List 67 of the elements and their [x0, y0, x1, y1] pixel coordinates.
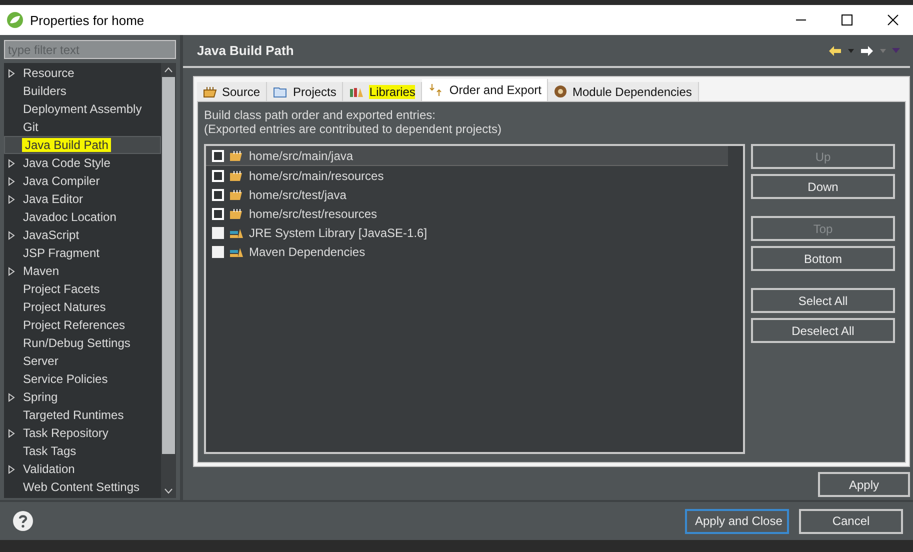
- tree-item[interactable]: Project References: [4, 316, 161, 334]
- folder-icon: [273, 86, 288, 98]
- tree-item[interactable]: Deployment Assembly: [4, 100, 161, 118]
- package-folder-icon: [229, 150, 244, 162]
- module-icon: [554, 85, 568, 98]
- description-text: Build class path order and exported entries:: [204, 108, 436, 122]
- tree-item[interactable]: JSP Fragment: [4, 244, 161, 262]
- tree-item[interactable]: Targeted Runtimes: [4, 406, 161, 424]
- expand-arrow-icon[interactable]: [8, 266, 15, 276]
- back-arrow-icon[interactable]: [828, 44, 842, 56]
- description-text: (Exported entries are contributed to dependent projects): [204, 122, 503, 136]
- package-folder-icon: [229, 208, 244, 220]
- scrollbar[interactable]: [161, 63, 176, 498]
- books-icon: [349, 86, 364, 98]
- tree-item[interactable]: Git: [4, 118, 161, 136]
- entry-row[interactable]: home/src/main/java: [206, 146, 728, 166]
- tree-item[interactable]: Server: [4, 352, 161, 370]
- tree-item[interactable]: Validation: [4, 460, 161, 478]
- entry-row[interactable]: home/src/main/resources: [206, 166, 743, 185]
- list-button[interactable]: Select All: [751, 288, 895, 313]
- list-button[interactable]: Bottom: [751, 246, 895, 271]
- window-title: Properties for home: [30, 12, 144, 28]
- tree-item[interactable]: Spring: [4, 388, 161, 406]
- tree-item[interactable]: Resource: [4, 64, 161, 82]
- tree-item[interactable]: Java Code Style: [4, 154, 161, 172]
- scroll-down-icon[interactable]: [164, 488, 173, 494]
- tree-item[interactable]: Run/Debug Settings: [4, 334, 161, 352]
- forward-arrow-icon[interactable]: [860, 44, 874, 56]
- tab[interactable]: Module Dependencies: [548, 82, 699, 101]
- apply-and-close-button[interactable]: Apply and Close: [685, 508, 789, 534]
- expand-arrow-icon[interactable]: [8, 230, 15, 240]
- tree-item[interactable]: Builders: [4, 82, 161, 100]
- package-folder-icon: [229, 170, 244, 182]
- tree-item[interactable]: Project Facets: [4, 280, 161, 298]
- tree-item[interactable]: Project Natures: [4, 298, 161, 316]
- tree-item[interactable]: Web Content Settings: [4, 478, 161, 496]
- tree-item[interactable]: JavaScript: [4, 226, 161, 244]
- tab[interactable]: Order and Export: [422, 79, 548, 101]
- expand-arrow-icon[interactable]: [8, 392, 15, 402]
- close-icon[interactable]: [887, 14, 899, 26]
- list-button[interactable]: Deselect All: [751, 318, 895, 343]
- cancel-button[interactable]: Cancel: [799, 508, 903, 534]
- page-title: Java Build Path: [197, 43, 294, 58]
- package-icon: [203, 86, 217, 98]
- maximize-icon[interactable]: [841, 14, 853, 26]
- apply-button[interactable]: Apply: [818, 472, 910, 497]
- leaf-logo-icon: [6, 11, 24, 29]
- expand-arrow-icon[interactable]: [8, 428, 15, 438]
- tree-item[interactable]: Task Repository: [4, 424, 161, 442]
- help-icon[interactable]: [12, 510, 34, 532]
- expand-arrow-icon[interactable]: [8, 68, 15, 78]
- tree-item[interactable]: Task Tags: [4, 442, 161, 460]
- list-button[interactable]: Down: [751, 174, 895, 199]
- expand-arrow-icon[interactable]: [8, 464, 15, 474]
- tab[interactable]: Source: [197, 82, 268, 101]
- entry-row[interactable]: home/src/test/resources: [206, 204, 743, 223]
- tree-item[interactable]: Maven: [4, 262, 161, 280]
- tree-item[interactable]: Service Policies: [4, 370, 161, 388]
- tab[interactable]: Libraries: [343, 82, 422, 101]
- entry-row[interactable]: home/src/test/java: [206, 185, 743, 204]
- tree-item[interactable]: Javadoc Location: [4, 208, 161, 226]
- tree-item[interactable]: Java Editor: [4, 190, 161, 208]
- tree-item[interactable]: Java Compiler: [4, 172, 161, 190]
- tab[interactable]: Projects: [267, 82, 344, 101]
- package-folder-icon: [229, 188, 244, 200]
- tree-item[interactable]: Java Build Path: [4, 136, 161, 154]
- scroll-up-icon[interactable]: [164, 67, 173, 73]
